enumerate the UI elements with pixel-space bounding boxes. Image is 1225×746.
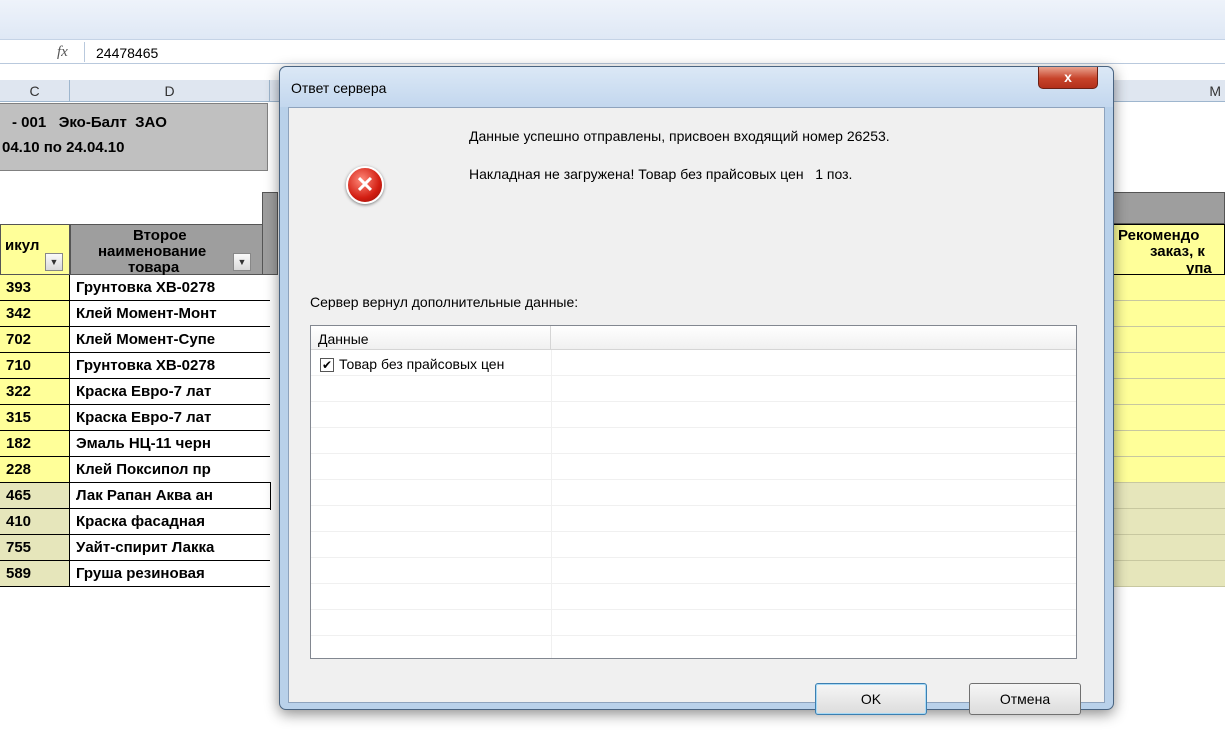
function-icon[interactable]: fx	[57, 44, 68, 61]
cell-name[interactable]: Клей Поксипол пр	[70, 457, 270, 483]
list-row	[311, 506, 1076, 532]
header-right-gray	[1113, 192, 1225, 224]
list-row	[311, 376, 1076, 402]
extra-data-label: Сервер вернул дополнительные данные:	[310, 294, 579, 310]
item-checkbox[interactable]: ✔	[320, 358, 334, 372]
list-row	[311, 558, 1076, 584]
header-second-name-2: наименование	[98, 243, 207, 260]
header-recommended-1: Рекомендо	[1118, 227, 1200, 244]
header-recommended-cell: Рекомендо заказ, к упа	[1113, 224, 1225, 277]
header-second-name-cell: Второе наименование товара ▼	[70, 224, 270, 276]
cell-code[interactable]: 228	[0, 457, 70, 483]
cell-recommended[interactable]	[1113, 275, 1225, 301]
cell-recommended[interactable]	[1113, 405, 1225, 431]
cell-recommended[interactable]	[1113, 301, 1225, 327]
list-row	[311, 636, 1076, 658]
ok-button[interactable]: OK	[815, 683, 927, 715]
message-not-loaded: Накладная не загружена! Товар без прайсо…	[469, 166, 853, 182]
banner-period: 04.10 по 24.04.10	[2, 139, 125, 156]
cell-code[interactable]: 465	[0, 483, 70, 509]
dialog-titlebar[interactable]: Ответ сервера x	[280, 67, 1113, 107]
list-header: Данные	[311, 326, 1076, 350]
cell-recommended[interactable]	[1113, 561, 1225, 587]
cell-name[interactable]: Краска Евро-7 лат	[70, 405, 270, 431]
list-row	[311, 480, 1076, 506]
cell-recommended[interactable]	[1113, 509, 1225, 535]
error-icon: ✕	[346, 166, 384, 204]
formula-input[interactable]: 24478465	[96, 45, 158, 61]
banner-supplier: - 001 Эко-Балт ЗАО	[12, 114, 167, 131]
filter-dropdown-icon[interactable]: ▼	[233, 253, 251, 271]
cell-name[interactable]: Груша резиновая	[70, 561, 270, 587]
cell-code[interactable]: 322	[0, 379, 70, 405]
cell-code[interactable]: 342	[0, 301, 70, 327]
cell-name[interactable]: Грунтовка ХВ-0278	[70, 275, 270, 301]
close-button[interactable]: x	[1038, 67, 1098, 89]
data-list[interactable]: Данные ✔ Товар без прайсовых цен	[310, 325, 1077, 659]
cell-code[interactable]: 710	[0, 353, 70, 379]
cell-code[interactable]: 702	[0, 327, 70, 353]
server-response-dialog: Ответ сервера x ✕ Данные успешно отправл…	[279, 66, 1114, 715]
cell-recommended[interactable]	[1113, 535, 1225, 561]
cell-recommended[interactable]	[1113, 353, 1225, 379]
cell-recommended[interactable]	[1113, 379, 1225, 405]
cell-name[interactable]: Краска Евро-7 лат	[70, 379, 270, 405]
column-header-d[interactable]: D	[70, 80, 270, 102]
list-column-divider	[551, 350, 552, 658]
formula-bar: fx 24478465	[0, 40, 1225, 64]
cell-recommended[interactable]	[1113, 327, 1225, 353]
cancel-button[interactable]: Отмена	[969, 683, 1081, 715]
list-row	[311, 402, 1076, 428]
cell-code[interactable]: 410	[0, 509, 70, 535]
list-item-label[interactable]: Товар без прайсовых цен	[339, 356, 504, 372]
cell-code[interactable]: 589	[0, 561, 70, 587]
header-articul: икул	[5, 237, 40, 254]
header-hidden-cell	[262, 192, 278, 275]
cell-name[interactable]: Краска фасадная	[70, 509, 270, 535]
dialog-body: ✕ Данные успешно отправлены, присвоен вх…	[288, 107, 1105, 715]
column-header-c[interactable]: C	[0, 80, 70, 102]
header-recommended-2: заказ, к	[1150, 243, 1205, 260]
header-second-name-1: Второе	[133, 227, 187, 244]
cell-code[interactable]: 182	[0, 431, 70, 457]
header-second-name-3: товара	[128, 259, 180, 276]
column-header-m[interactable]: M	[1113, 80, 1225, 102]
cell-name[interactable]: Эмаль НЦ-11 черн	[70, 431, 270, 457]
list-header-data[interactable]: Данные	[311, 326, 551, 350]
cell-code[interactable]: 393	[0, 275, 70, 301]
ribbon-strip	[0, 0, 1225, 40]
list-row	[311, 610, 1076, 636]
formula-divider	[84, 42, 85, 62]
cell-name[interactable]: Лак Рапан Аква ан	[69, 482, 271, 510]
list-row	[311, 584, 1076, 610]
list-row	[311, 532, 1076, 558]
cell-name[interactable]: Клей Момент-Супе	[70, 327, 270, 353]
filter-dropdown-icon[interactable]: ▼	[45, 253, 63, 271]
report-banner: - 001 Эко-Балт ЗАО 04.10 по 24.04.10	[0, 103, 268, 171]
dialog-title: Ответ сервера	[291, 80, 387, 96]
list-row	[311, 454, 1076, 480]
cell-code[interactable]: 315	[0, 405, 70, 431]
cell-name[interactable]: Клей Момент-Монт	[70, 301, 270, 327]
list-header-empty[interactable]	[552, 326, 1076, 350]
cell-recommended[interactable]	[1113, 431, 1225, 457]
cell-recommended[interactable]	[1113, 457, 1225, 483]
cell-recommended[interactable]	[1113, 483, 1225, 509]
cell-code[interactable]: 755	[0, 535, 70, 561]
header-articul-cell: икул ▼	[0, 224, 70, 275]
list-row	[311, 428, 1076, 454]
cell-name[interactable]: Уайт-спирит Лакка	[70, 535, 270, 561]
message-sent: Данные успешно отправлены, присвоен вход…	[469, 128, 890, 144]
cell-name[interactable]: Грунтовка ХВ-0278	[70, 353, 270, 379]
